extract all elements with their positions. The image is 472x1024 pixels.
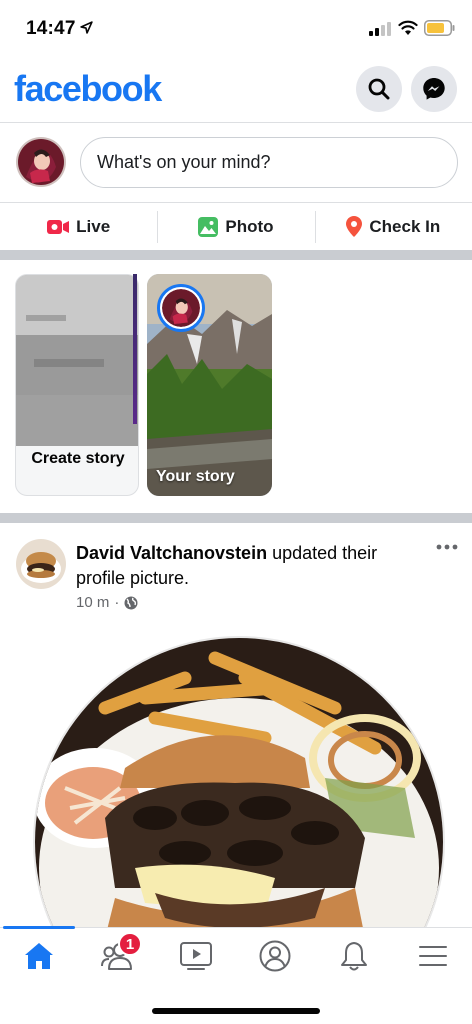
tab-home[interactable] <box>0 926 78 984</box>
photo-label: Photo <box>225 216 274 236</box>
stories-tray: Create story Your story <box>0 260 472 513</box>
profile-icon <box>259 940 291 972</box>
tab-watch[interactable] <box>157 928 235 984</box>
your-story-card[interactable]: Your story <box>147 274 272 496</box>
signal-icon <box>369 22 391 36</box>
story-card-edge <box>133 274 137 424</box>
search-icon <box>368 78 390 100</box>
tab-menu[interactable] <box>394 928 472 984</box>
photo-icon <box>198 216 219 237</box>
tab-profile[interactable] <box>236 928 314 984</box>
check-in-button[interactable]: Check In <box>314 203 472 250</box>
status-time: 14:47 <box>26 18 76 39</box>
check-in-label: Check In <box>369 216 441 236</box>
home-indicator[interactable] <box>152 1008 320 1014</box>
messenger-button[interactable] <box>411 66 457 112</box>
active-tab-indicator <box>3 926 75 929</box>
friends-notification-badge: 1 <box>118 932 142 956</box>
app-header: facebook <box>0 56 472 122</box>
post-meta: 10 m · <box>76 594 138 611</box>
section-divider <box>0 250 472 260</box>
live-label: Live <box>76 216 111 236</box>
feed-post: David Valtchanovstein updated their prof… <box>0 523 472 1024</box>
photo-button[interactable]: Photo <box>157 203 314 250</box>
notifications-icon <box>341 942 367 971</box>
your-story-label: Your story <box>156 468 235 485</box>
live-video-icon <box>47 219 70 234</box>
location-pin-icon <box>346 216 363 237</box>
home-icon <box>25 943 53 969</box>
post-timestamp[interactable]: 10 m <box>76 594 109 611</box>
tab-notifications[interactable] <box>315 928 393 984</box>
live-button[interactable]: Live <box>0 203 157 250</box>
composer-input[interactable]: What's on your mind? <box>80 137 458 188</box>
battery-icon <box>424 20 455 36</box>
post-author-avatar[interactable] <box>16 539 66 589</box>
bottom-tab-bar: 1 <box>0 926 472 1024</box>
user-avatar[interactable] <box>16 137 66 187</box>
post-header-text: David Valtchanovstein updated their prof… <box>76 541 426 591</box>
composer-actions: Live Photo Check In <box>0 202 472 250</box>
wifi-icon <box>398 20 418 35</box>
create-story-thumbnail <box>16 275 138 446</box>
create-story-label: Create story <box>31 450 125 467</box>
create-story-card[interactable]: Create story <box>15 274 139 496</box>
tab-friends[interactable] <box>78 928 156 984</box>
post-author-name[interactable]: David Valtchanovstein <box>76 543 267 563</box>
meta-separator: · <box>114 594 120 611</box>
messenger-icon <box>423 78 445 100</box>
more-options-icon[interactable] <box>436 543 458 551</box>
section-divider <box>0 513 472 523</box>
menu-icon <box>419 946 447 966</box>
your-story-avatar <box>157 284 205 332</box>
globe-icon <box>124 596 138 609</box>
location-arrow-icon <box>80 21 93 34</box>
post-composer: What's on your mind? <box>0 122 472 202</box>
status-bar: 14:47 <box>0 0 472 56</box>
search-button[interactable] <box>356 66 402 112</box>
watch-icon <box>180 942 212 970</box>
facebook-logo[interactable]: facebook <box>14 68 162 110</box>
